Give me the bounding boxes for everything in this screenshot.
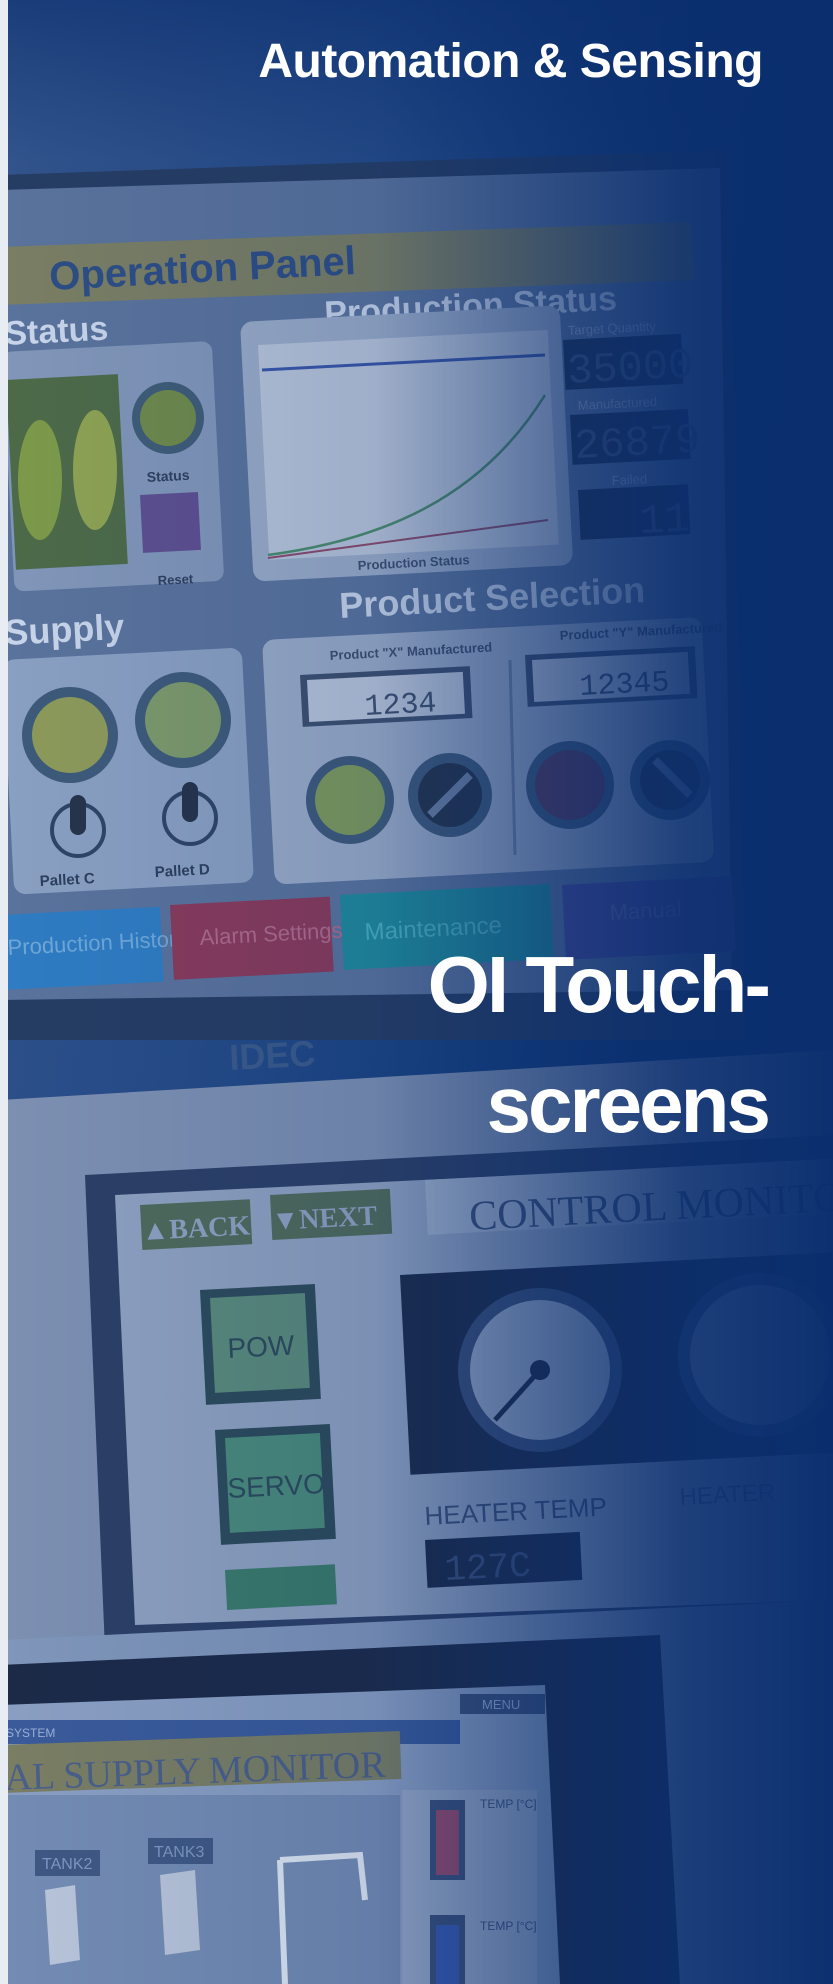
supply-heading: Supply [3,606,125,653]
status-button-label: Status [146,467,190,485]
pow-button: POW [227,1330,296,1364]
servo-button: SERVO [227,1468,326,1504]
cover-title-line2: screens [486,1060,771,1149]
idec-logo: IDEC [228,1033,316,1078]
pallet-d-label: Pallet D [154,861,210,881]
operation-panel-screen: Operation Panel Status Production Status… [0,150,745,1078]
status-heading: Status [3,310,109,353]
heater-temp-value: 127C [443,1546,531,1591]
back-button: ▲BACK [141,1210,251,1247]
tab-manual: Manual [609,896,682,925]
cover-title-line1: OI Touch- [427,940,771,1029]
brand-heading: Automation & Sensing [258,35,763,88]
menu-button: MENU [482,1697,520,1712]
failed-value: 11 [638,495,691,546]
heater-label: HEATER [679,1479,776,1511]
failed-label: Failed [611,471,647,488]
temp-label-1: TEMP [°C] [480,1797,537,1811]
product-y-value: 12345 [579,666,671,705]
temp-label-2: TEMP [°C] [480,1919,537,1933]
target-quantity-value: 35000 [566,341,694,396]
reset-button-label: Reset [157,571,194,588]
next-button: ▼NEXT [271,1200,378,1236]
system-label: SYSTEM [6,1726,55,1740]
pallet-c-label: Pallet C [39,870,95,890]
brochure-cover: Operation Panel Status Production Status… [0,0,833,1984]
manufactured-value: 26879 [573,416,701,471]
left-edge-strip [0,0,8,1984]
supply-monitor-screen: SYSTEM MENU AL SUPPLY MONITOR TANK2 TANK… [0,1600,833,1984]
product-x-value: 1234 [364,687,438,725]
